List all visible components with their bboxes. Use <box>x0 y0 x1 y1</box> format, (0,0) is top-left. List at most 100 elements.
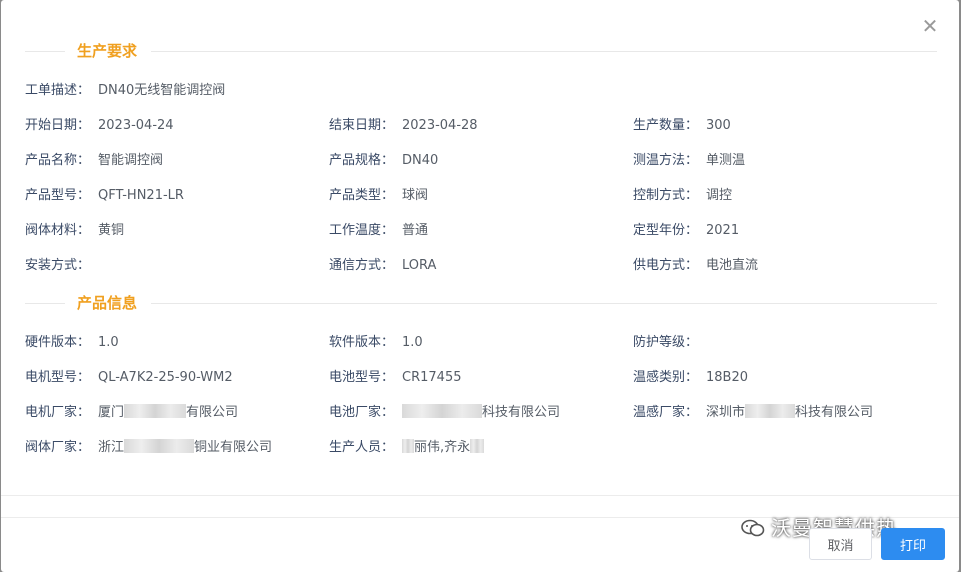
field-value-prefix: 深圳市 <box>706 405 746 420</box>
close-icon[interactable]: ✕ <box>919 16 941 38</box>
section-title-text: 生产要求 <box>77 42 138 60</box>
field-control-mode: 控制方式： 调控 <box>633 186 732 206</box>
redacted-block <box>470 439 485 453</box>
field-label: 结束日期： <box>329 118 395 133</box>
field-sensor-vendor: 温感厂家： 深圳市 科技有限公司 <box>633 403 873 423</box>
field-label: 产品规格： <box>329 153 395 168</box>
production-order-dialog: ✕ 生产要求 工单描述： DN40无线智能调控阀 开始日期： 2023-04-24 … <box>1 0 959 572</box>
cancel-button[interactable]: 取消 <box>809 528 872 560</box>
field-product-type: 产品类型： 球阀 <box>329 186 428 206</box>
section-title-production: 生产要求 <box>25 41 937 61</box>
field-value: 浙江 铜业有限公司 <box>98 438 272 458</box>
print-button[interactable]: 打印 <box>881 528 945 560</box>
field-value: DN40 <box>402 153 439 168</box>
field-value: 球阀 <box>402 188 429 203</box>
field-label: 产品类型： <box>329 188 395 203</box>
field-label: 防护等级： <box>633 335 699 350</box>
field-value-suffix: 丽伟,齐永 <box>414 440 471 455</box>
field-label: 产品型号： <box>25 188 91 203</box>
field-label: 工作温度： <box>329 223 395 238</box>
field-value: 普通 <box>402 223 429 238</box>
field-value: 科技有限公司 <box>402 403 560 423</box>
field-hw-version: 硬件版本： 1.0 <box>25 333 119 353</box>
field-sensor-type: 温感类别： 18B20 <box>633 368 748 388</box>
field-value: 2023-04-24 <box>98 118 174 133</box>
field-label: 电机型号： <box>25 370 91 385</box>
field-sw-version: 软件版本： 1.0 <box>329 333 423 353</box>
field-value: 18B20 <box>706 370 749 385</box>
field-label: 开始日期： <box>25 118 91 133</box>
field-product-spec: 产品规格： DN40 <box>329 151 438 171</box>
field-label: 电池型号： <box>329 370 395 385</box>
field-label: 生产数量： <box>633 118 699 133</box>
field-value: CR17455 <box>402 370 462 385</box>
field-label: 阀体材料： <box>25 223 91 238</box>
field-value-suffix: 科技有限公司 <box>795 405 874 420</box>
field-value: DN40无线智能调控阀 <box>98 83 226 98</box>
field-label: 安装方式： <box>25 258 91 273</box>
field-value: 厦门 有限公司 <box>98 403 238 423</box>
field-value: 深圳市 科技有限公司 <box>706 403 873 423</box>
section-title-text: 产品信息 <box>77 294 138 312</box>
field-label: 电池厂家： <box>329 405 395 420</box>
field-protection: 防护等级： <box>633 333 706 353</box>
field-start-date: 开始日期： 2023-04-24 <box>25 116 174 136</box>
field-value: 丽伟,齐永 <box>402 438 485 458</box>
field-value-suffix: 科技有限公司 <box>482 405 561 420</box>
field-label: 阀体厂家： <box>25 440 91 455</box>
field-battery-model: 电池型号： CR17455 <box>329 368 461 388</box>
field-label: 控制方式： <box>633 188 699 203</box>
field-label: 电机厂家： <box>25 405 91 420</box>
divider <box>25 303 65 304</box>
field-value-suffix: 有限公司 <box>186 405 239 420</box>
field-label: 测温方法： <box>633 153 699 168</box>
field-quantity: 生产数量： 300 <box>633 116 731 136</box>
field-producers: 生产人员： 丽伟,齐永 <box>329 438 485 458</box>
field-label: 定型年份： <box>633 223 699 238</box>
field-end-date: 结束日期： 2023-04-28 <box>329 116 478 136</box>
field-valve-vendor: 阀体厂家： 浙江 铜业有限公司 <box>25 438 272 458</box>
field-value: 智能调控阀 <box>98 153 164 168</box>
field-model-year: 定型年份： 2021 <box>633 221 739 241</box>
field-value-suffix: 铜业有限公司 <box>194 440 273 455</box>
redacted-block <box>124 404 187 418</box>
field-label: 生产人员： <box>329 440 395 455</box>
field-value-prefix: 厦门 <box>98 405 125 420</box>
field-value-prefix: 浙江 <box>98 440 125 455</box>
field-motor-model: 电机型号： QL-A7K2-25-90-WM2 <box>25 368 233 388</box>
section-title-product: 产品信息 <box>25 293 937 313</box>
redacted-block <box>124 439 195 453</box>
field-value: QFT-HN21-LR <box>98 188 184 203</box>
field-motor-vendor: 电机厂家： 厦门 有限公司 <box>25 403 238 423</box>
field-valve-material: 阀体材料： 黄铜 <box>25 221 124 241</box>
field-label: 温感厂家： <box>633 405 699 420</box>
field-comm-mode: 通信方式： LORA <box>329 256 436 276</box>
field-label: 温感类别： <box>633 370 699 385</box>
redacted-block <box>402 439 415 453</box>
field-value: QL-A7K2-25-90-WM2 <box>98 370 233 385</box>
field-value: 黄铜 <box>98 223 125 238</box>
field-label: 通信方式： <box>329 258 395 273</box>
divider <box>1 495 959 496</box>
field-work-temp: 工作温度： 普通 <box>329 221 428 241</box>
field-label: 工单描述： <box>25 83 91 98</box>
divider <box>151 51 937 52</box>
field-value: LORA <box>402 258 437 273</box>
field-product-model: 产品型号： QFT-HN21-LR <box>25 186 184 206</box>
redacted-block <box>402 404 483 418</box>
field-temp-method: 测温方法： 单测温 <box>633 151 745 171</box>
divider <box>151 303 937 304</box>
field-value: 2021 <box>706 223 740 238</box>
field-install-mode: 安装方式： <box>25 256 98 276</box>
wechat-icon <box>741 519 765 537</box>
field-value: 单测温 <box>706 153 746 168</box>
field-value: 1.0 <box>98 335 119 350</box>
field-value: 调控 <box>706 188 733 203</box>
field-value: 电池直流 <box>706 258 759 273</box>
field-label: 硬件版本： <box>25 335 91 350</box>
field-work-order-desc: 工单描述： DN40无线智能调控阀 <box>25 81 225 101</box>
field-battery-vendor: 电池厂家： 科技有限公司 <box>329 403 560 423</box>
redacted-block <box>745 404 796 418</box>
field-product-name: 产品名称： 智能调控阀 <box>25 151 163 171</box>
divider <box>25 51 65 52</box>
